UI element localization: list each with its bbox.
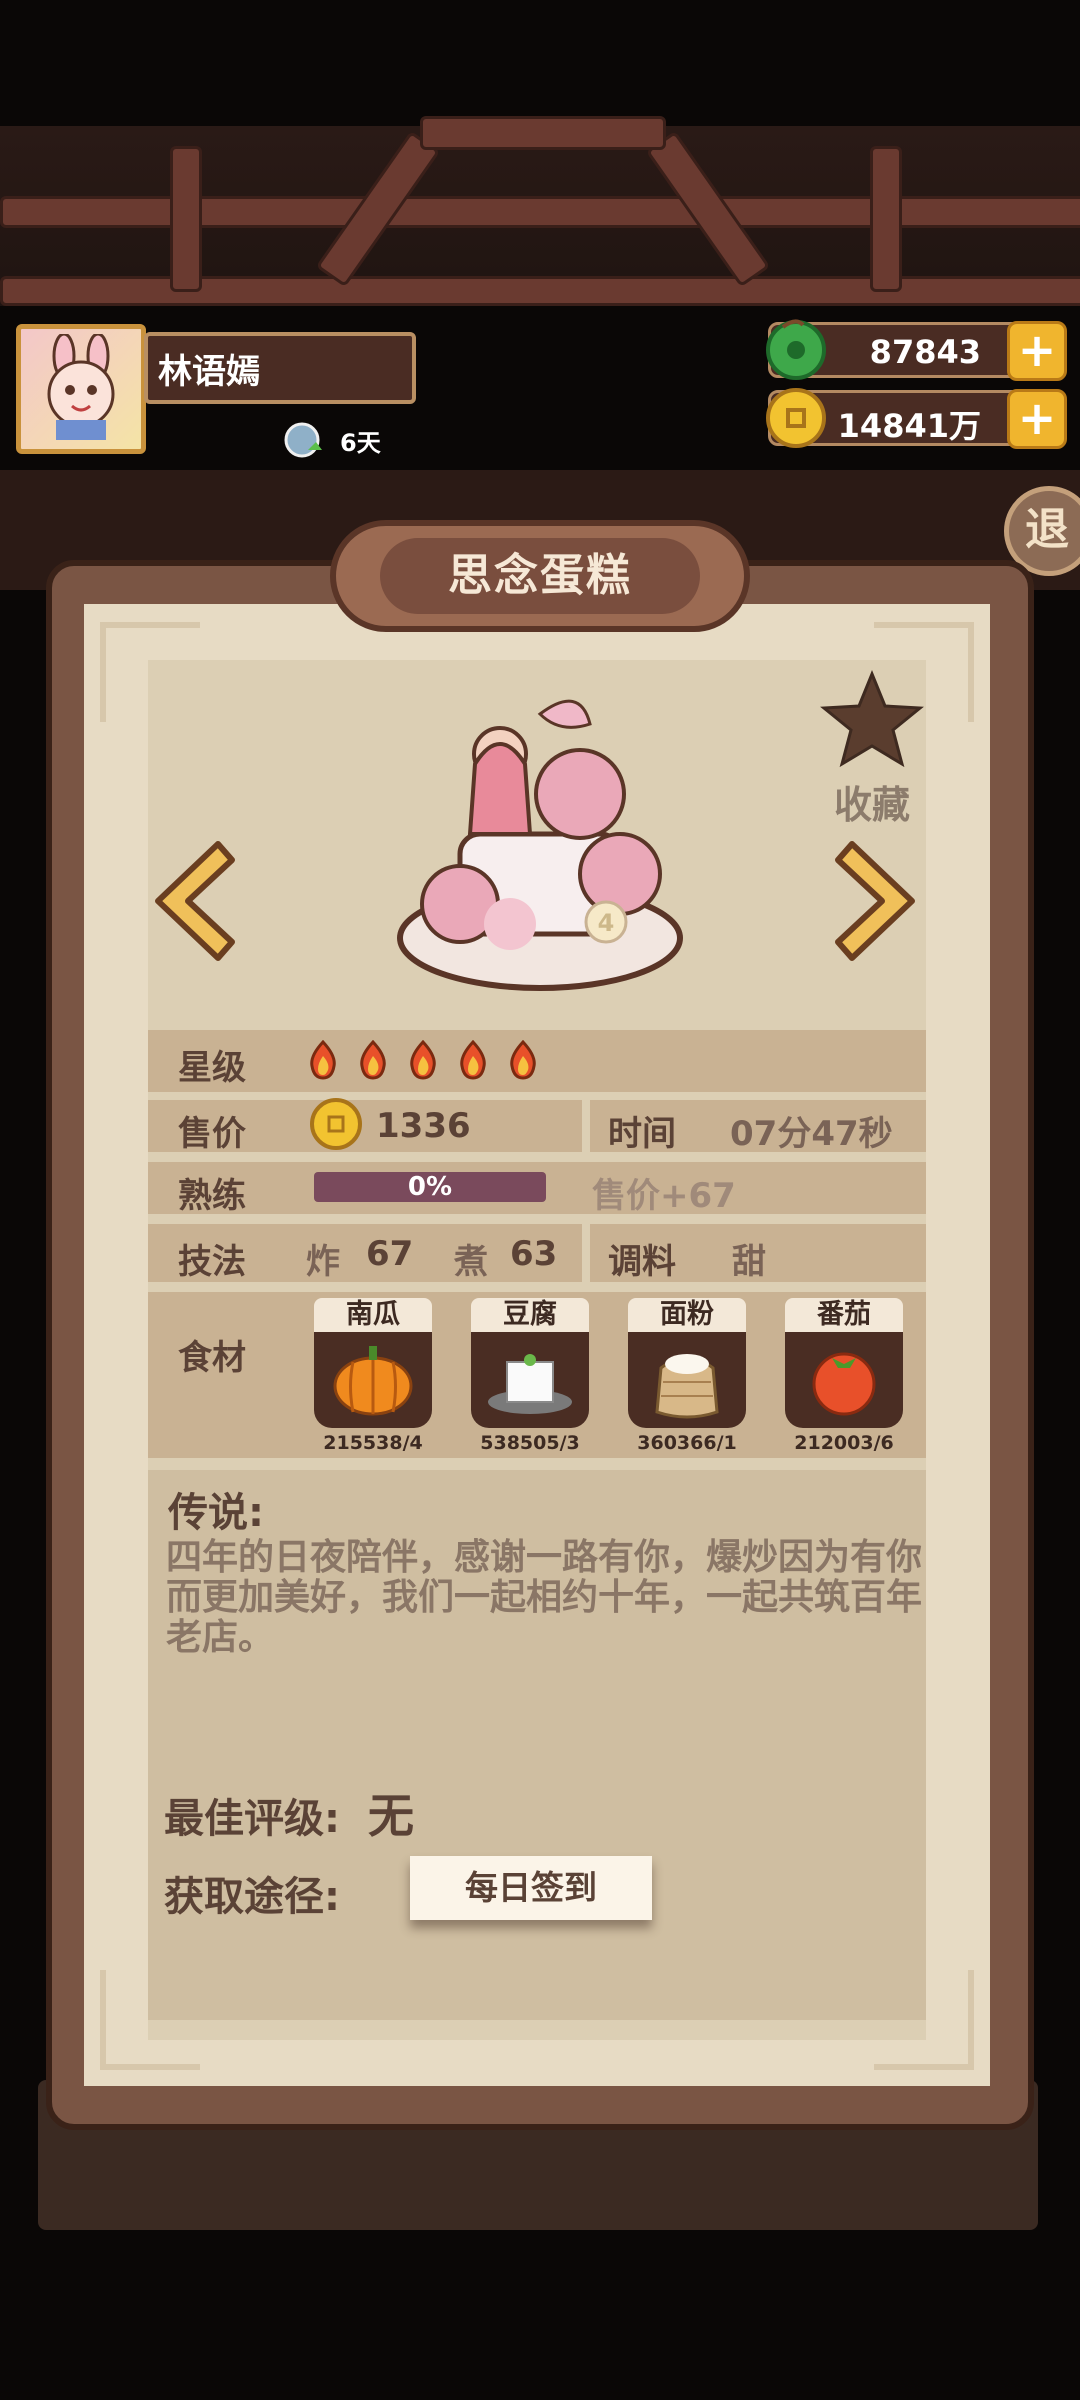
next-arrow-icon[interactable] xyxy=(832,836,922,966)
ingredient-count: 215538/4 xyxy=(323,1432,423,1454)
star-row: 星级 xyxy=(148,1030,926,1092)
ingredient-count: 538505/3 xyxy=(480,1432,580,1454)
favorite-label[interactable]: 收藏 xyxy=(820,774,924,829)
obtain-label: 获取途径: xyxy=(164,1874,340,1920)
cake-badge: 4 xyxy=(598,909,615,937)
ingredient-name: 南瓜 xyxy=(314,1298,432,1332)
ingredient-count: 360366/1 xyxy=(637,1432,737,1454)
ingredient-count: 212003/6 xyxy=(794,1432,894,1454)
ingredient-card[interactable]: 番茄 212003/6 xyxy=(785,1298,903,1454)
tomato-icon xyxy=(812,1352,876,1416)
seasoning-value: 甜 xyxy=(732,1242,766,1282)
ingredients-label: 食材 xyxy=(178,1338,246,1378)
coin-icon xyxy=(310,1098,362,1150)
proficiency-bonus: 售价+67 xyxy=(592,1176,736,1216)
add-jade-button[interactable]: + xyxy=(1007,321,1067,381)
seasoning-row: 调料 甜 xyxy=(590,1224,926,1282)
time-label: 时间 xyxy=(608,1114,676,1154)
flame-star-icon xyxy=(510,1040,536,1080)
proficiency-value: 0% xyxy=(407,1172,453,1202)
technique-value: 67 xyxy=(366,1234,414,1274)
star-label: 星级 xyxy=(178,1048,246,1088)
time-value: 07分47秒 xyxy=(730,1114,893,1154)
bunny-avatar-icon xyxy=(47,334,115,440)
player-avatar[interactable] xyxy=(16,324,146,454)
tofu-icon xyxy=(488,1354,572,1414)
jade-value: 87843 xyxy=(869,333,981,371)
ingredient-card[interactable]: 南瓜 215538/4 xyxy=(314,1298,432,1454)
proficiency-label: 熟练 xyxy=(178,1176,246,1216)
ingredient-name: 面粉 xyxy=(628,1298,746,1332)
days-indicator: 6天 xyxy=(282,420,381,460)
technique-name: 炸 xyxy=(306,1242,340,1282)
jade-icon xyxy=(766,319,826,380)
lore-text: 四年的日夜陪伴，感谢一路有你，爆炒因为有你而更加美好，我们一起相约十年，一起共筑… xyxy=(166,1537,923,1658)
price-row: 售价 1336 xyxy=(148,1098,582,1154)
corner-ornament xyxy=(100,622,200,722)
flour-sack-icon xyxy=(655,1354,719,1419)
proficiency-bar: 0% xyxy=(314,1172,546,1202)
prev-arrow-icon[interactable] xyxy=(148,836,238,966)
ingredient-name: 番茄 xyxy=(785,1298,903,1332)
favorite-star-icon[interactable] xyxy=(820,668,924,772)
cake-image: 4 xyxy=(397,699,683,991)
ingredient-name: 豆腐 xyxy=(471,1298,589,1332)
flame-star-icon xyxy=(460,1040,486,1080)
lore-title: 传说: xyxy=(168,1490,264,1536)
add-coin-button[interactable]: + xyxy=(1007,389,1067,449)
coin-icon xyxy=(766,388,826,448)
best-rating-label: 最佳评级: xyxy=(164,1796,340,1842)
seasoning-label: 调料 xyxy=(608,1242,676,1282)
ingredient-card[interactable]: 豆腐 538505/3 xyxy=(471,1298,589,1454)
best-rating: 最佳评级: 无 xyxy=(164,1780,414,1846)
proficiency-row: 熟练 0% 售价+67 xyxy=(148,1162,926,1216)
obtain-daily-checkin-button[interactable]: 每日签到 xyxy=(410,1856,652,1920)
coin-currency: 14841万 + xyxy=(766,388,1067,449)
technique-name: 煮 xyxy=(454,1242,488,1282)
flame-star-icon xyxy=(410,1040,436,1080)
days-value: 6天 xyxy=(340,428,381,457)
flame-star-icon xyxy=(310,1040,336,1080)
roof-beams xyxy=(0,116,1080,306)
technique-value: 63 xyxy=(510,1234,558,1274)
coin-value: 14841万 xyxy=(837,407,981,445)
technique-row: 技法 炸 67 煮 63 xyxy=(148,1224,582,1282)
pumpkin-icon xyxy=(333,1346,413,1416)
ingredient-card[interactable]: 面粉 360366/1 xyxy=(628,1298,746,1454)
flame-star-icon xyxy=(360,1040,386,1080)
time-row: 时间 07分47秒 xyxy=(590,1100,926,1154)
best-rating-value: 无 xyxy=(367,1789,414,1843)
price-label: 售价 xyxy=(178,1114,246,1154)
star-flames xyxy=(306,1040,556,1089)
calendar-icon xyxy=(284,422,322,458)
jade-currency: 87843 + xyxy=(766,319,1067,381)
technique-label: 技法 xyxy=(178,1242,246,1282)
dish-title: 思念蛋糕 xyxy=(380,538,700,614)
player-name: 林语嫣 xyxy=(144,332,416,404)
price-value: 1336 xyxy=(376,1106,471,1146)
